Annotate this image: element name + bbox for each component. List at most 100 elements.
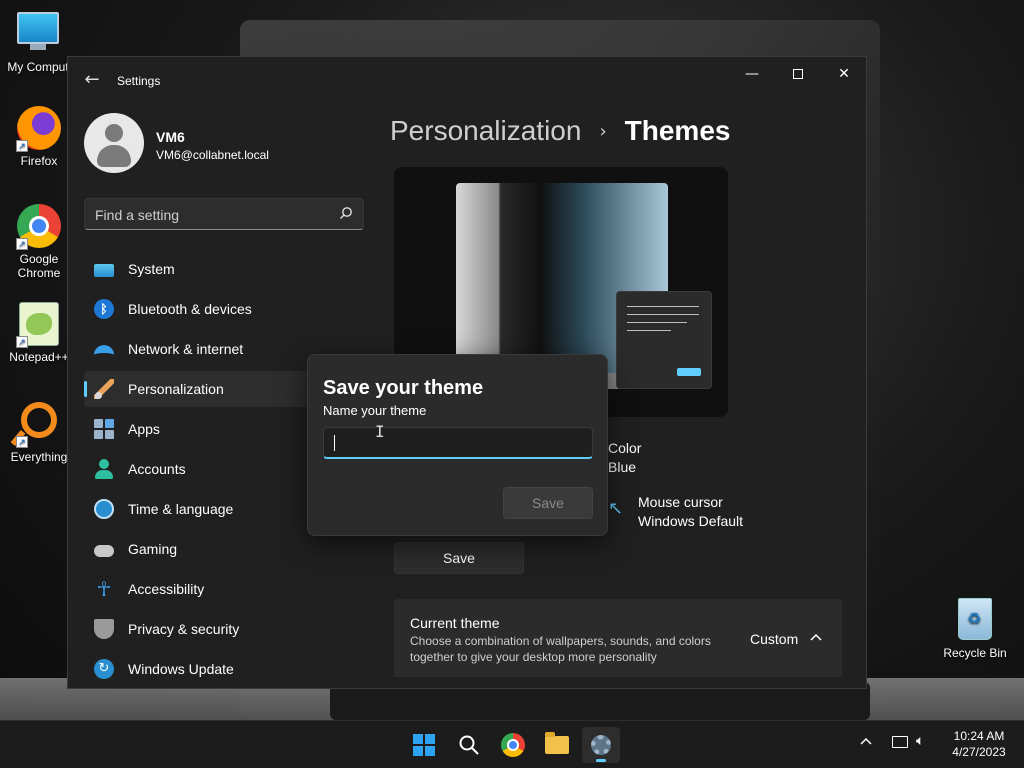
sidebar-item-windows-update[interactable]: ↻ Windows Update bbox=[84, 651, 374, 687]
search-input[interactable] bbox=[95, 205, 325, 225]
page-title: Themes bbox=[624, 115, 731, 146]
preview-mini-window bbox=[616, 291, 712, 389]
taskbar-search-button[interactable] bbox=[450, 727, 488, 763]
breadcrumb-parent[interactable]: Personalization bbox=[390, 115, 581, 147]
show-hidden-icons-chevron-icon[interactable] bbox=[860, 734, 872, 749]
back-button[interactable]: ← bbox=[80, 69, 104, 93]
minimize-icon: — bbox=[745, 66, 759, 82]
network-tray-icon[interactable] bbox=[892, 736, 908, 748]
maximize-icon bbox=[793, 69, 803, 79]
chevron-up-icon[interactable] bbox=[810, 629, 822, 645]
sidebar-item-bluetooth[interactable]: ᛒ Bluetooth & devices bbox=[84, 291, 374, 327]
wifi-icon bbox=[94, 345, 114, 357]
user-name: VM6 bbox=[156, 129, 185, 145]
breadcrumb-chevron-icon: › bbox=[599, 120, 607, 142]
taskbar-settings-button[interactable] bbox=[582, 727, 620, 763]
sidebar-item-label: Time & language bbox=[128, 501, 234, 517]
accessibility-icon: ☥ bbox=[96, 577, 112, 601]
dialog-title: Save your theme bbox=[323, 377, 484, 399]
firefox-icon: ↗ bbox=[16, 106, 62, 152]
window-title: Settings bbox=[117, 74, 161, 88]
sidebar-item-label: Privacy & security bbox=[128, 621, 240, 637]
accounts-icon bbox=[94, 459, 114, 479]
start-button[interactable] bbox=[405, 727, 443, 763]
color-setting-value: Blue bbox=[608, 459, 637, 475]
desktop-icon-label: Google Chrome bbox=[17, 252, 61, 280]
color-setting-label: Color bbox=[608, 440, 642, 456]
close-button[interactable]: ✕ bbox=[824, 63, 864, 85]
maximize-button[interactable] bbox=[778, 63, 818, 85]
gamepad-icon bbox=[94, 545, 114, 557]
everything-search-icon: ↗ bbox=[16, 402, 62, 448]
shortcut-arrow-icon: ↗ bbox=[16, 436, 28, 448]
color-setting[interactable]: ◌ Color Blue bbox=[580, 439, 642, 477]
find-setting-search bbox=[84, 198, 364, 230]
sidebar-item-accessibility[interactable]: ☥ Accessibility bbox=[84, 571, 374, 607]
recycle-bin-icon bbox=[952, 598, 998, 644]
breadcrumb: Personalization › Themes bbox=[390, 115, 730, 147]
current-theme-description: Choose a combination of wallpapers, soun… bbox=[410, 634, 711, 664]
computer-icon bbox=[15, 12, 61, 58]
dialog-field-label: Name your theme bbox=[323, 403, 427, 418]
title-bar[interactable]: ← Settings — ✕ bbox=[68, 57, 866, 105]
theme-name-input[interactable] bbox=[323, 427, 593, 459]
clock-time: 10:24 AM bbox=[953, 729, 1005, 743]
current-theme-expander[interactable]: Current theme Choose a combination of wa… bbox=[394, 599, 842, 677]
back-arrow-icon: ← bbox=[84, 69, 100, 90]
volume-icon[interactable]: 🔈︎ bbox=[916, 733, 924, 749]
avatar[interactable] bbox=[84, 113, 144, 173]
sidebar-item-label: Windows Update bbox=[128, 661, 234, 677]
current-theme-title: Current theme bbox=[410, 615, 500, 631]
mouse-cursor-label: Mouse cursor bbox=[638, 494, 723, 510]
bluetooth-icon: ᛒ bbox=[94, 299, 114, 319]
desktop-icon-label: Recycle Bin bbox=[943, 646, 1007, 660]
system-icon bbox=[94, 264, 114, 277]
folder-icon bbox=[545, 732, 569, 754]
chrome-icon bbox=[501, 733, 525, 757]
sidebar-item-system[interactable]: System bbox=[84, 251, 374, 287]
search-icon[interactable] bbox=[339, 206, 353, 220]
gear-icon bbox=[591, 735, 611, 755]
shield-icon bbox=[94, 619, 114, 639]
avatar-head bbox=[105, 124, 123, 142]
text-caret bbox=[334, 435, 335, 451]
apps-icon bbox=[94, 419, 114, 439]
close-icon: ✕ bbox=[838, 66, 850, 82]
dialog-save-button[interactable]: Save bbox=[503, 487, 593, 519]
clock-globe-icon bbox=[94, 499, 114, 519]
sidebar-item-label: System bbox=[128, 261, 175, 277]
sidebar-item-label: Accessibility bbox=[128, 581, 205, 597]
cursor-icon: ↖ bbox=[608, 498, 624, 519]
clock-date: 4/27/2023 bbox=[952, 745, 1006, 759]
sidebar-item-label: Network & internet bbox=[128, 341, 244, 357]
user-email: VM6@collabnet.local bbox=[156, 148, 269, 162]
sidebar-item-label: Apps bbox=[128, 421, 160, 437]
mouse-cursor-setting[interactable]: ↖ Mouse cursor Windows Default bbox=[608, 493, 744, 531]
preview-accent-button bbox=[677, 368, 701, 376]
chrome-icon: ↗ bbox=[16, 204, 62, 250]
sidebar-item-label: Bluetooth & devices bbox=[128, 301, 252, 317]
current-theme-value: Custom bbox=[750, 631, 799, 647]
shortcut-arrow-icon: ↗ bbox=[16, 336, 28, 348]
search-icon bbox=[459, 735, 479, 755]
ibeam-cursor-icon: I bbox=[375, 422, 385, 441]
save-theme-dialog: Save your theme Name your theme I Save bbox=[307, 354, 608, 536]
sidebar-item-label: Accounts bbox=[128, 461, 186, 477]
sidebar-item-privacy[interactable]: Privacy & security bbox=[84, 611, 374, 647]
sidebar-item-label: Gaming bbox=[128, 541, 178, 557]
brush-icon bbox=[94, 379, 114, 399]
minimize-button[interactable]: — bbox=[732, 63, 772, 85]
sidebar-item-label: Personalization bbox=[128, 381, 224, 397]
update-icon: ↻ bbox=[94, 659, 114, 679]
taskbar-file-explorer-button[interactable] bbox=[538, 727, 576, 763]
mouse-cursor-value: Windows Default bbox=[638, 513, 744, 529]
shortcut-arrow-icon: ↗ bbox=[16, 140, 28, 152]
notepadpp-icon: ↗ bbox=[16, 302, 62, 348]
sidebar-item-gaming[interactable]: Gaming bbox=[84, 531, 374, 567]
save-theme-button[interactable]: Save bbox=[394, 542, 524, 574]
taskbar-chrome-button[interactable] bbox=[494, 727, 532, 763]
shortcut-arrow-icon: ↗ bbox=[16, 238, 28, 250]
avatar-body bbox=[97, 145, 131, 167]
taskbar-clock[interactable]: 10:24 AM 4/27/2023 bbox=[944, 728, 1014, 760]
desktop-icon-recycle-bin[interactable]: Recycle Bin bbox=[935, 598, 1015, 660]
